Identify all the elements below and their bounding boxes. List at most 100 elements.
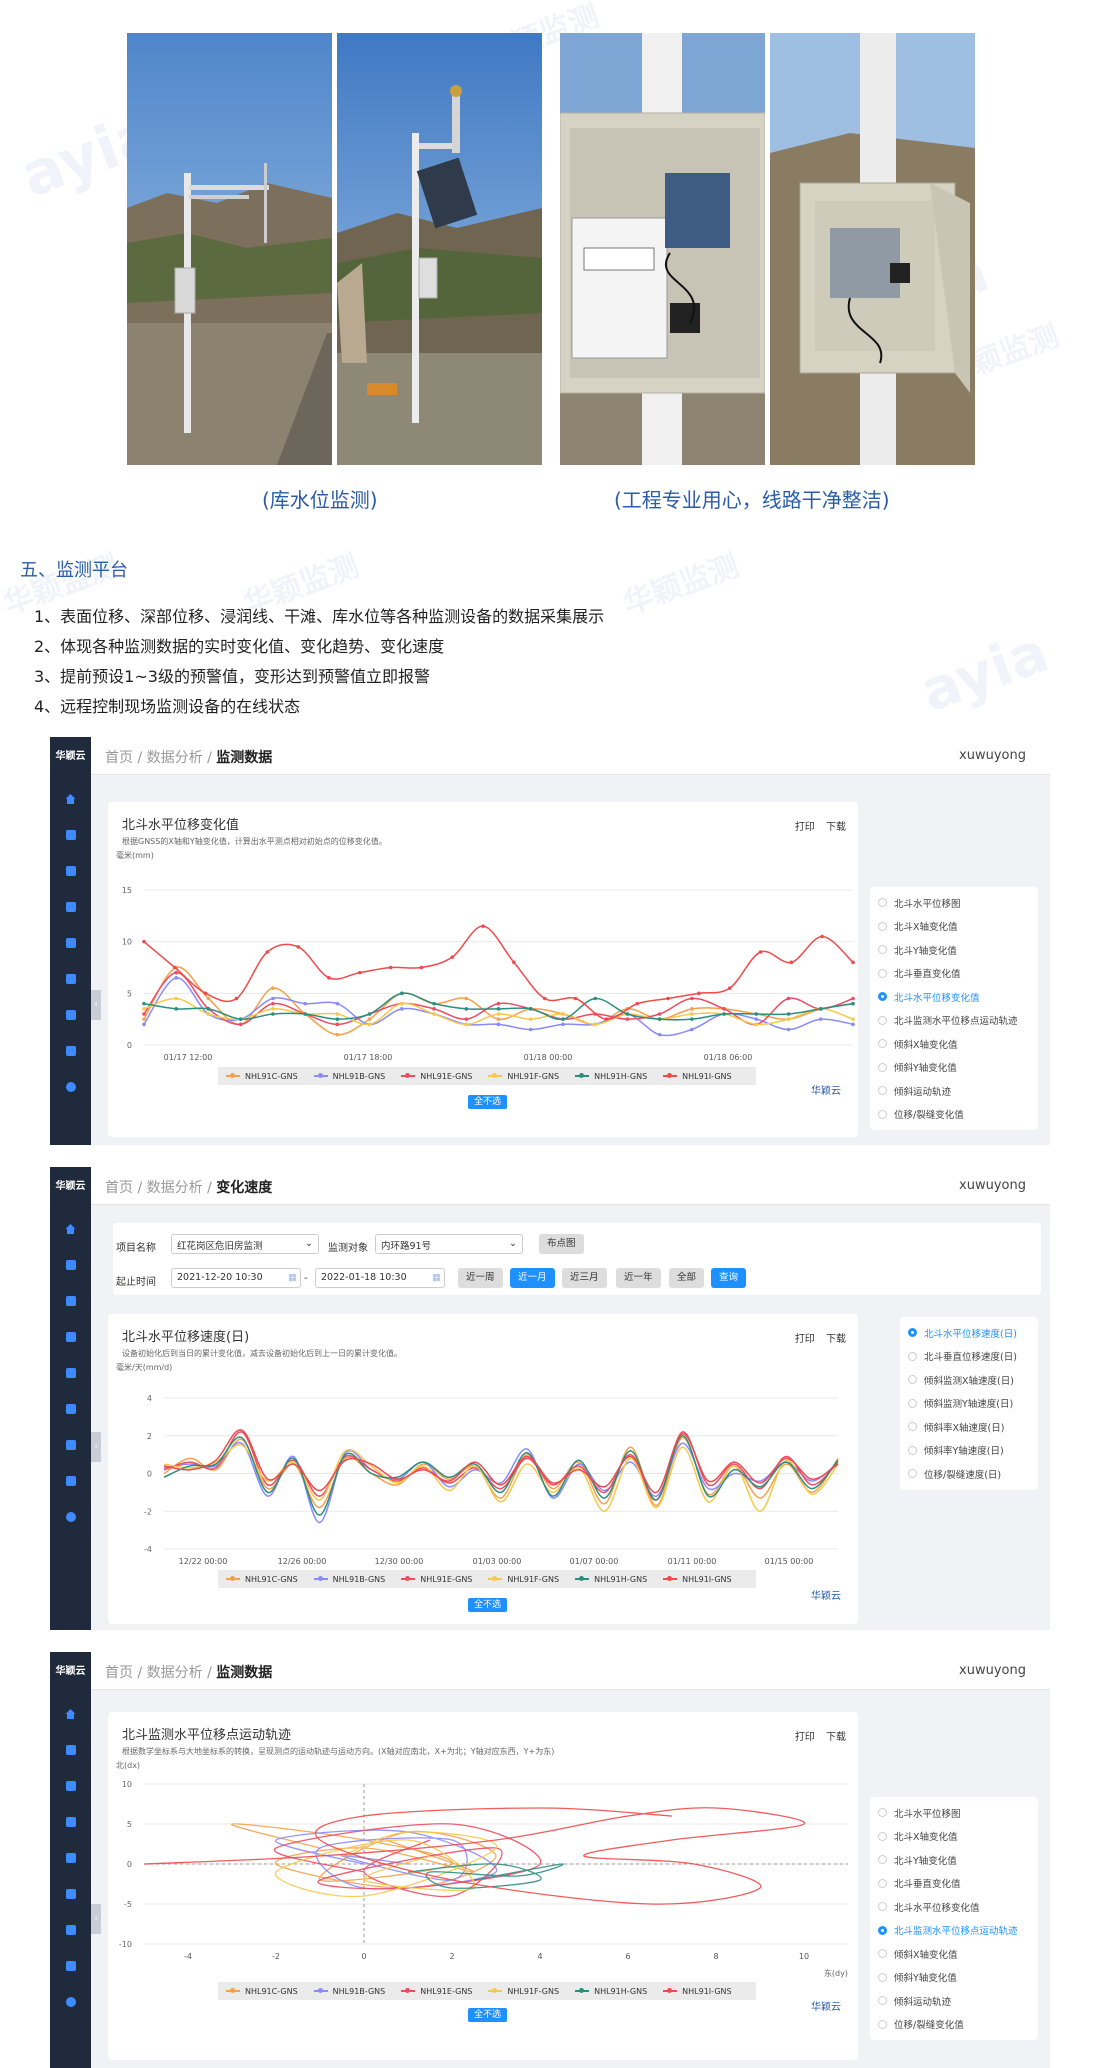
- project-select[interactable]: 红花岗区危旧房监测 ⌄: [171, 1234, 319, 1254]
- sidebar-nav-icon[interactable]: [65, 1781, 76, 1791]
- legend-item[interactable]: NHL91H-GNS: [575, 1575, 647, 1584]
- legend-item[interactable]: NHL91H-GNS: [575, 1987, 647, 1996]
- collapse-handle[interactable]: ‹: [91, 1904, 101, 1934]
- data-point: [303, 1012, 307, 1016]
- chart-type-option[interactable]: 北斗监测水平位移点运动轨迹: [878, 1009, 1030, 1033]
- collapse-handle[interactable]: ‹: [91, 1432, 101, 1462]
- sidebar-nav-icon[interactable]: [65, 1961, 76, 1971]
- legend-item[interactable]: NHL91H-GNS: [575, 1072, 647, 1081]
- chart-type-option[interactable]: 位移/裂缝速度(日): [908, 1462, 1030, 1486]
- legend-item[interactable]: NHL91I-GNS: [663, 1575, 732, 1584]
- sidebar-nav-icon[interactable]: [65, 1224, 76, 1234]
- chart-type-option[interactable]: 倾斜监测Y轴速度(日): [908, 1392, 1030, 1416]
- range-week-button[interactable]: 近一周: [458, 1268, 503, 1288]
- sidebar-nav-icon[interactable]: [65, 1745, 76, 1755]
- sidebar-nav-icon[interactable]: [65, 794, 76, 804]
- sidebar-nav-icon[interactable]: [65, 1440, 76, 1450]
- legend-item[interactable]: NHL91E-GNS: [401, 1987, 472, 1996]
- breadcrumb-analysis[interactable]: 数据分析: [147, 1665, 203, 1681]
- sidebar-nav-icon[interactable]: [65, 830, 76, 840]
- sidebar-nav-icon[interactable]: [65, 866, 76, 876]
- chart-type-option[interactable]: 北斗X轴变化值: [878, 1825, 1030, 1849]
- sidebar-nav-icon[interactable]: [65, 1260, 76, 1270]
- legend-item[interactable]: NHL91I-GNS: [663, 1987, 732, 1996]
- chart-type-option[interactable]: 北斗垂直位移速度(日): [908, 1345, 1030, 1369]
- sidebar-nav-icon[interactable]: [65, 1709, 76, 1719]
- sidebar-nav-icon[interactable]: [65, 1332, 76, 1342]
- chart-type-option[interactable]: 倾斜Y轴变化值: [878, 1966, 1030, 1990]
- chart-type-option[interactable]: 北斗垂直变化值: [878, 1872, 1030, 1896]
- sidebar-nav-icon[interactable]: [65, 1046, 76, 1056]
- chart-type-option[interactable]: 北斗垂直变化值: [878, 962, 1030, 986]
- chart-type-option[interactable]: 倾斜率Y轴速度(日): [908, 1439, 1030, 1463]
- sidebar-nav-icon[interactable]: [65, 1512, 76, 1522]
- range-month-button[interactable]: 近一月: [510, 1268, 555, 1288]
- deselect-all-button[interactable]: 全不选: [468, 1095, 508, 1109]
- chart-type-option[interactable]: 北斗水平位移图: [878, 891, 1030, 915]
- chart-type-option[interactable]: 北斗X轴变化值: [878, 915, 1030, 939]
- chart-type-option[interactable]: 北斗水平位移变化值: [878, 1895, 1030, 1919]
- collapse-handle[interactable]: ‹: [91, 990, 101, 1020]
- chart-type-option[interactable]: 倾斜Y轴变化值: [878, 1056, 1030, 1080]
- sidebar-nav-icon[interactable]: [65, 1997, 76, 2007]
- chart-type-option[interactable]: 北斗水平位移变化值: [878, 985, 1030, 1009]
- data-point: [271, 996, 275, 1001]
- breadcrumb-home[interactable]: 首页: [105, 750, 133, 766]
- sidebar-nav-icon[interactable]: [65, 1817, 76, 1827]
- sidebar-nav-icon[interactable]: [65, 1853, 76, 1863]
- breadcrumb-home[interactable]: 首页: [105, 1665, 133, 1681]
- sidebar-nav-icon[interactable]: [65, 1082, 76, 1092]
- legend-item[interactable]: NHL91B-GNS: [313, 1072, 385, 1081]
- range-3month-button[interactable]: 近三月: [562, 1268, 607, 1288]
- breadcrumb-home[interactable]: 首页: [105, 1180, 133, 1196]
- sidebar-nav-icon[interactable]: [65, 1404, 76, 1414]
- user-name[interactable]: xuwuyong: [959, 1178, 1026, 1193]
- legend-item[interactable]: NHL91E-GNS: [401, 1072, 472, 1081]
- sidebar-nav-icon[interactable]: [65, 1476, 76, 1486]
- chart-type-option[interactable]: 北斗监测水平位移点运动轨迹: [878, 1919, 1030, 1943]
- range-all-button[interactable]: 全部: [669, 1268, 705, 1288]
- breadcrumb-analysis[interactable]: 数据分析: [147, 750, 203, 766]
- legend-item[interactable]: NHL91I-GNS: [663, 1072, 732, 1081]
- chart-type-option[interactable]: 位移/裂缝变化值: [878, 1103, 1030, 1127]
- deselect-all-button[interactable]: 全不选: [468, 1598, 508, 1612]
- sidebar-nav-icon[interactable]: [65, 938, 76, 948]
- legend-item[interactable]: NHL91C-GNS: [226, 1072, 298, 1081]
- deselect-all-button[interactable]: 全不选: [468, 2008, 508, 2022]
- end-time-input[interactable]: 2022-01-18 10:30 ▦: [315, 1268, 445, 1288]
- chart-type-option[interactable]: 倾斜运动轨迹: [878, 1989, 1030, 2013]
- chart-type-option[interactable]: 倾斜监测X轴速度(日): [908, 1368, 1030, 1392]
- sidebar-nav-icon[interactable]: [65, 1010, 76, 1020]
- sidebar-nav-icon[interactable]: [65, 1925, 76, 1935]
- user-name[interactable]: xuwuyong: [959, 748, 1026, 763]
- legend-item[interactable]: NHL91E-GNS: [401, 1575, 472, 1584]
- legend-item[interactable]: NHL91C-GNS: [226, 1575, 298, 1584]
- sidebar-nav-icon[interactable]: [65, 1889, 76, 1899]
- legend-item[interactable]: NHL91C-GNS: [226, 1987, 298, 1996]
- sidebar-nav-icon[interactable]: [65, 1296, 76, 1306]
- legend-item[interactable]: NHL91F-GNS: [488, 1987, 559, 1996]
- legend-item[interactable]: NHL91F-GNS: [488, 1072, 559, 1081]
- chart-type-option[interactable]: 位移/裂缝变化值: [878, 2013, 1030, 2037]
- user-name[interactable]: xuwuyong: [959, 1663, 1026, 1678]
- breadcrumb-analysis[interactable]: 数据分析: [147, 1180, 203, 1196]
- sidebar-nav-icon[interactable]: [65, 1368, 76, 1378]
- chart-type-option[interactable]: 倾斜率X轴速度(日): [908, 1415, 1030, 1439]
- chart-type-option[interactable]: 北斗水平位移速度(日): [908, 1321, 1030, 1345]
- chart-type-option[interactable]: 倾斜X轴变化值: [878, 1942, 1030, 1966]
- chart-type-option[interactable]: 倾斜运动轨迹: [878, 1079, 1030, 1103]
- chart-type-option[interactable]: 倾斜X轴变化值: [878, 1032, 1030, 1056]
- legend-item[interactable]: NHL91F-GNS: [488, 1575, 559, 1584]
- chart-type-option[interactable]: 北斗水平位移图: [878, 1801, 1030, 1825]
- object-select[interactable]: 内环路91号 ⌄: [375, 1234, 523, 1254]
- legend-item[interactable]: NHL91B-GNS: [313, 1987, 385, 1996]
- chart-type-option[interactable]: 北斗Y轴变化值: [878, 938, 1030, 962]
- start-time-input[interactable]: 2021-12-20 10:30 ▦: [171, 1268, 301, 1288]
- chart-type-option[interactable]: 北斗Y轴变化值: [878, 1848, 1030, 1872]
- legend-item[interactable]: NHL91B-GNS: [313, 1575, 385, 1584]
- sidebar-nav-icon[interactable]: [65, 902, 76, 912]
- query-button[interactable]: 查询: [711, 1268, 747, 1288]
- layout-button[interactable]: 布点图: [539, 1234, 584, 1254]
- range-year-button[interactable]: 近一年: [616, 1268, 661, 1288]
- sidebar-nav-icon[interactable]: [65, 974, 76, 984]
